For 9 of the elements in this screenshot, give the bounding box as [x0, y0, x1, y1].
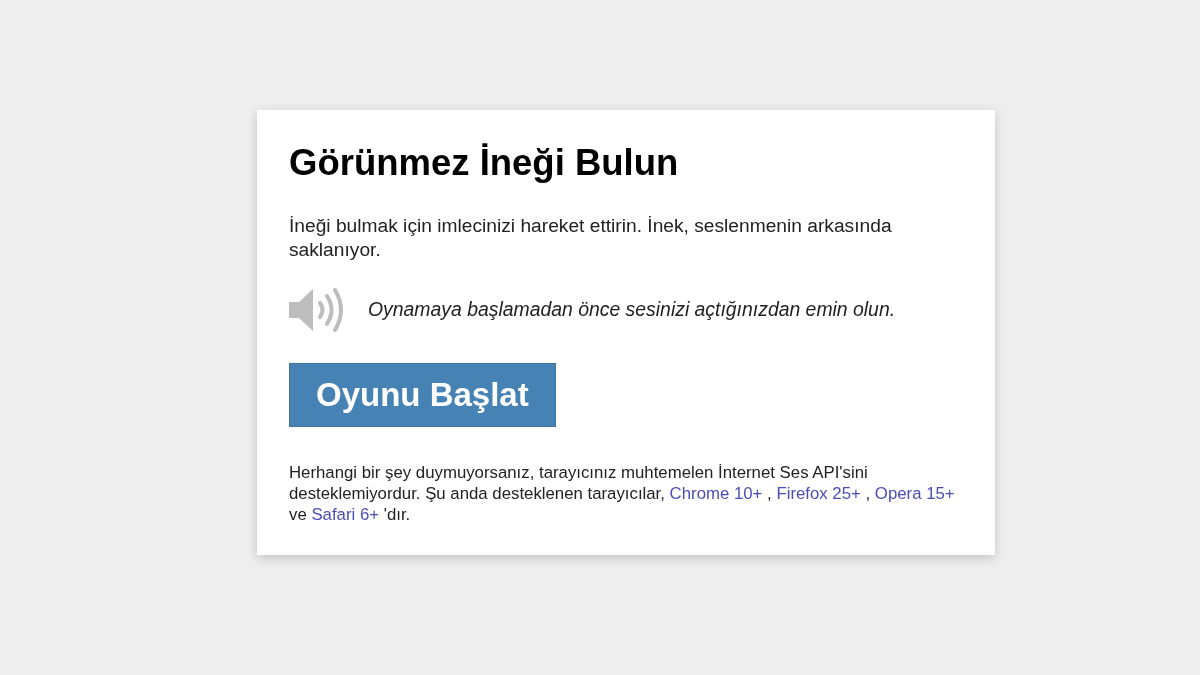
browser-link[interactable]: Opera 15+: [874, 484, 955, 503]
start-game-button[interactable]: Oyunu Başlat: [289, 363, 556, 427]
browser-link[interactable]: Safari 6+: [311, 505, 380, 524]
sound-notice-text: Oynamaya başlamadan önce sesinizi açtığınızdan emin olun.: [368, 297, 896, 323]
page-title: Görünmez İneği Bulun: [289, 141, 680, 184]
browser-link[interactable]: Chrome 10+: [669, 484, 763, 503]
instruction-text: İneği bulmak için imlecinizi hareket ettirin. İnek, seslenmenin arkasında saklanıyor.: [289, 214, 893, 262]
browser-link[interactable]: Firefox 25+: [776, 484, 861, 503]
browser-support-text: Herhangi bir şey duymuyorsanız, tarayıcınız muhtemelen İnternet Ses API'sini desteklemiyordur. Şu anda desteklenen tarayıcılar, Chrome 10+ , Firefox 25+ , Opera 15+ ve Safari 6+ 'dır.: [289, 462, 956, 525]
